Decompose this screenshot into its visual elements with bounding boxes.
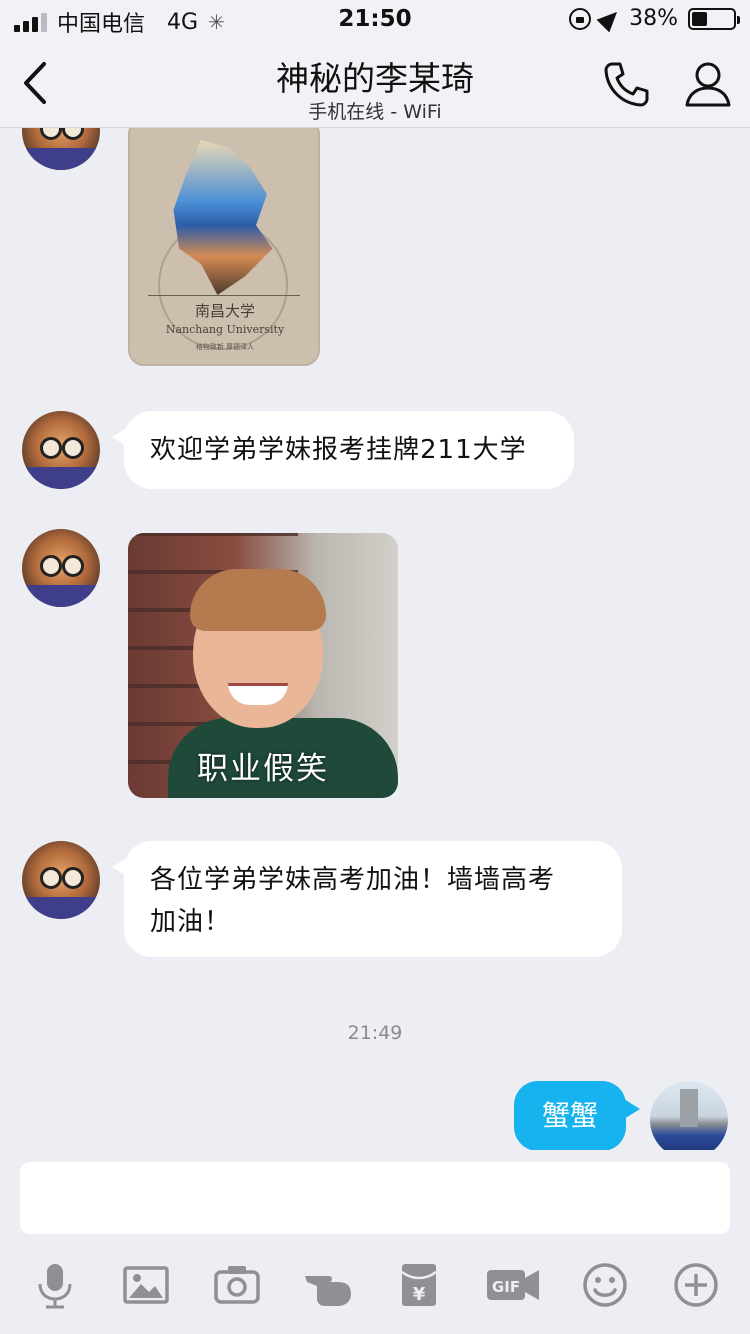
message-text-line: 各位学弟学妹高考加油！墙墙高考 <box>150 865 556 895</box>
avatar-eye <box>62 867 84 889</box>
camera-button[interactable] <box>212 1260 262 1310</box>
status-right: 38% <box>569 5 740 32</box>
battery-percent: 38% <box>629 6 678 31</box>
person-icon <box>685 62 731 107</box>
message-bubble[interactable]: 各位学弟学妹高考加油！墙墙高考 加油！ <box>112 841 622 957</box>
image-icon <box>123 1266 169 1304</box>
avatar-eye <box>62 555 84 577</box>
message-bubble[interactable]: 欢迎学弟学妹报考挂牌211大学 <box>112 411 574 489</box>
svg-text:GIF: GIF <box>492 1278 520 1296</box>
avatar-eye <box>40 128 62 140</box>
avatar-shirt <box>22 897 100 919</box>
mic-icon <box>38 1264 72 1309</box>
avatar-eye <box>40 437 62 459</box>
svg-text:¥: ¥ <box>413 1284 426 1305</box>
message-input[interactable] <box>20 1162 730 1234</box>
poke-icon <box>305 1276 351 1306</box>
chat-area[interactable]: 南昌大学 Nanchang University 格物致新 厚德泽人 欢迎学弟学… <box>0 128 750 1150</box>
outgoing-message-bubble[interactable]: 蟹蟹 <box>514 1081 640 1150</box>
red-packet-icon: ¥ <box>401 1264 437 1306</box>
my-avatar[interactable] <box>650 1081 728 1150</box>
location-icon <box>596 5 624 32</box>
ncu-card-image[interactable]: 南昌大学 Nanchang University 格物致新 厚德泽人 <box>128 128 320 366</box>
voice-button[interactable] <box>30 1260 80 1310</box>
contact-avatar[interactable] <box>22 128 100 170</box>
avatar-eye <box>62 128 84 140</box>
avatar-building <box>680 1089 698 1127</box>
photo-button[interactable] <box>121 1260 171 1310</box>
contact-avatar[interactable] <box>22 529 100 607</box>
more-button[interactable] <box>671 1260 721 1310</box>
avatar-shirt <box>22 148 100 170</box>
contact-avatar[interactable] <box>22 411 100 489</box>
red-packet-button[interactable]: ¥ <box>394 1260 444 1310</box>
avatar-shirt <box>22 467 100 489</box>
gif-icon: GIF <box>487 1270 539 1300</box>
avatar-shirt <box>22 585 100 607</box>
message-timestamp: 21:49 <box>347 1022 403 1044</box>
call-button[interactable] <box>600 58 652 110</box>
poke-button[interactable] <box>303 1260 353 1310</box>
avatar-eye <box>62 437 84 459</box>
message-text: 欢迎学弟学妹报考挂牌211大学 <box>150 435 527 465</box>
emoji-icon <box>583 1263 627 1307</box>
input-bar: ¥ GIF <box>0 1150 750 1334</box>
gif-button[interactable]: GIF <box>485 1260 541 1310</box>
avatar-eye <box>40 867 62 889</box>
phone-icon <box>604 62 649 107</box>
rotation-lock-icon <box>569 7 592 30</box>
sticker-caption: 职业假笑 <box>197 751 329 787</box>
university-name-en: Nanchang University <box>165 323 285 336</box>
avatar-eye <box>40 555 62 577</box>
outgoing-message-text: 蟹蟹 <box>541 1099 598 1132</box>
message-text-line: 加油！ <box>150 907 232 937</box>
university-motto: 格物致新 厚德泽人 <box>195 343 255 351</box>
status-bar: 中国电信 4G ✳ 21:50 38% <box>0 0 750 40</box>
divider <box>148 295 300 296</box>
contact-avatar[interactable] <box>22 841 100 919</box>
profile-button[interactable] <box>682 58 734 110</box>
plus-icon <box>674 1263 718 1307</box>
input-toolbar: ¥ GIF <box>0 1254 750 1318</box>
chat-header: 神秘的李某琦 手机在线 - WiFi <box>0 40 750 128</box>
emoji-button[interactable] <box>580 1260 630 1310</box>
camera-icon <box>214 1266 260 1304</box>
battery-fill <box>692 11 708 26</box>
battery-icon <box>688 7 740 30</box>
boy-hair <box>190 569 326 631</box>
university-name-cn: 南昌大学 <box>194 302 255 320</box>
sticker-image[interactable]: 职业假笑 <box>128 533 398 798</box>
